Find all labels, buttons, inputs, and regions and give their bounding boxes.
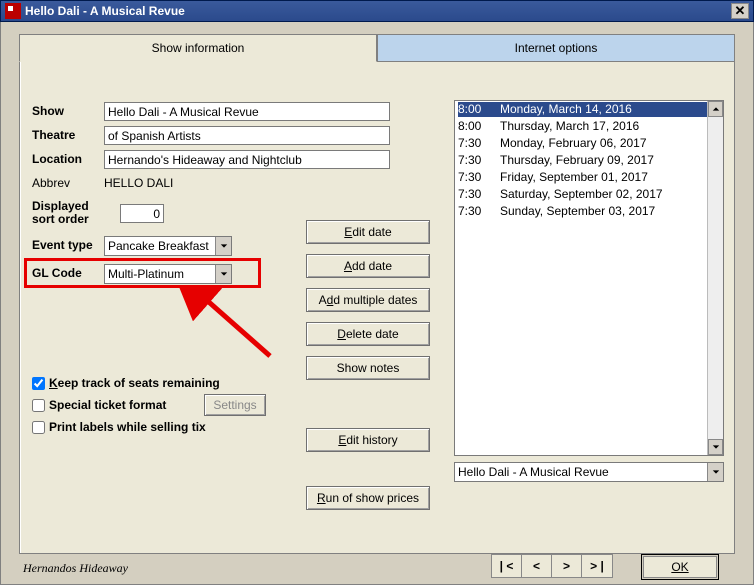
date-row[interactable]: 8:00Monday, March 14, 2016: [455, 101, 723, 118]
app-icon: [5, 3, 21, 19]
highlight-annotation: [24, 258, 261, 288]
date-row[interactable]: 7:30Thursday, February 09, 2017: [455, 152, 723, 169]
date-row[interactable]: 7:30Sunday, September 03, 2017: [455, 203, 723, 220]
show-select-value: Hello Dali - A Musical Revue: [455, 465, 707, 479]
nav-last-button[interactable]: > |: [582, 555, 612, 577]
keep-seats-checkbox[interactable]: Keep track of seats remaining: [32, 376, 220, 390]
nav-next-button[interactable]: >: [552, 555, 582, 577]
scroll-down-icon[interactable]: [708, 439, 723, 455]
add-date-button[interactable]: Add date: [306, 254, 430, 278]
add-multiple-dates-button[interactable]: Add multiple dates: [306, 288, 430, 312]
status-text: Hernandos Hideaway: [23, 561, 128, 576]
label-location: Location: [32, 152, 82, 166]
print-labels-checkbox[interactable]: Print labels while selling tix: [32, 420, 206, 434]
special-ticket-input[interactable]: [32, 399, 45, 412]
date-row[interactable]: 7:30Friday, September 01, 2017: [455, 169, 723, 186]
tab-body: Show Theatre Location Abbrev HELLO DALI …: [20, 62, 734, 553]
event-type-value: Pancake Breakfast: [105, 239, 215, 253]
label-event-type: Event type: [32, 238, 93, 252]
ok-button[interactable]: OK: [641, 554, 719, 580]
date-row[interactable]: 7:30Saturday, September 02, 2017: [455, 186, 723, 203]
keep-seats-input[interactable]: [32, 377, 45, 390]
record-nav: | < < > > |: [491, 554, 613, 578]
tab-show-information[interactable]: Show information: [19, 34, 377, 62]
show-notes-button[interactable]: Show notes: [306, 356, 430, 380]
special-ticket-checkbox[interactable]: Special ticket format: [32, 398, 166, 412]
main-frame: Show information Internet options Show T…: [19, 34, 735, 554]
settings-button: Settings: [204, 394, 266, 416]
print-labels-input[interactable]: [32, 421, 45, 434]
close-button[interactable]: ✕: [731, 3, 749, 19]
label-show: Show: [32, 104, 64, 118]
location-input[interactable]: [104, 150, 390, 169]
scrollbar[interactable]: [707, 101, 723, 455]
chevron-down-icon: [707, 463, 723, 481]
date-row[interactable]: 7:30Monday, February 06, 2017: [455, 135, 723, 152]
label-theatre: Theatre: [32, 128, 75, 142]
scroll-up-icon[interactable]: [708, 101, 723, 117]
nav-prev-button[interactable]: <: [522, 555, 552, 577]
edit-date-button[interactable]: Edit date: [306, 220, 430, 244]
edit-history-button[interactable]: Edit history: [306, 428, 430, 452]
label-abbrev: Abbrev: [32, 176, 70, 190]
client-area: Show information Internet options Show T…: [0, 22, 754, 585]
chevron-down-icon: [215, 237, 231, 255]
arrow-annotation: [170, 286, 290, 366]
dates-listbox[interactable]: 8:00Monday, March 14, 20168:00Thursday, …: [454, 100, 724, 456]
show-input[interactable]: [104, 102, 390, 121]
date-row[interactable]: 8:00Thursday, March 17, 2016: [455, 118, 723, 135]
label-sort-order: Displayed sort order: [32, 200, 102, 226]
show-select-combo[interactable]: Hello Dali - A Musical Revue: [454, 462, 724, 482]
sort-order-input[interactable]: [120, 204, 164, 223]
tab-internet-options[interactable]: Internet options: [377, 34, 735, 62]
theatre-input[interactable]: [104, 126, 390, 145]
run-of-show-prices-button[interactable]: Run of show prices: [306, 486, 430, 510]
window-title: Hello Dali - A Musical Revue: [25, 0, 185, 22]
tab-strip: Show information Internet options: [19, 34, 735, 62]
event-type-combo[interactable]: Pancake Breakfast: [104, 236, 232, 256]
delete-date-button[interactable]: Delete date: [306, 322, 430, 346]
nav-first-button[interactable]: | <: [492, 555, 522, 577]
title-bar: Hello Dali - A Musical Revue ✕: [0, 0, 754, 22]
abbrev-value: HELLO DALI: [104, 176, 173, 190]
